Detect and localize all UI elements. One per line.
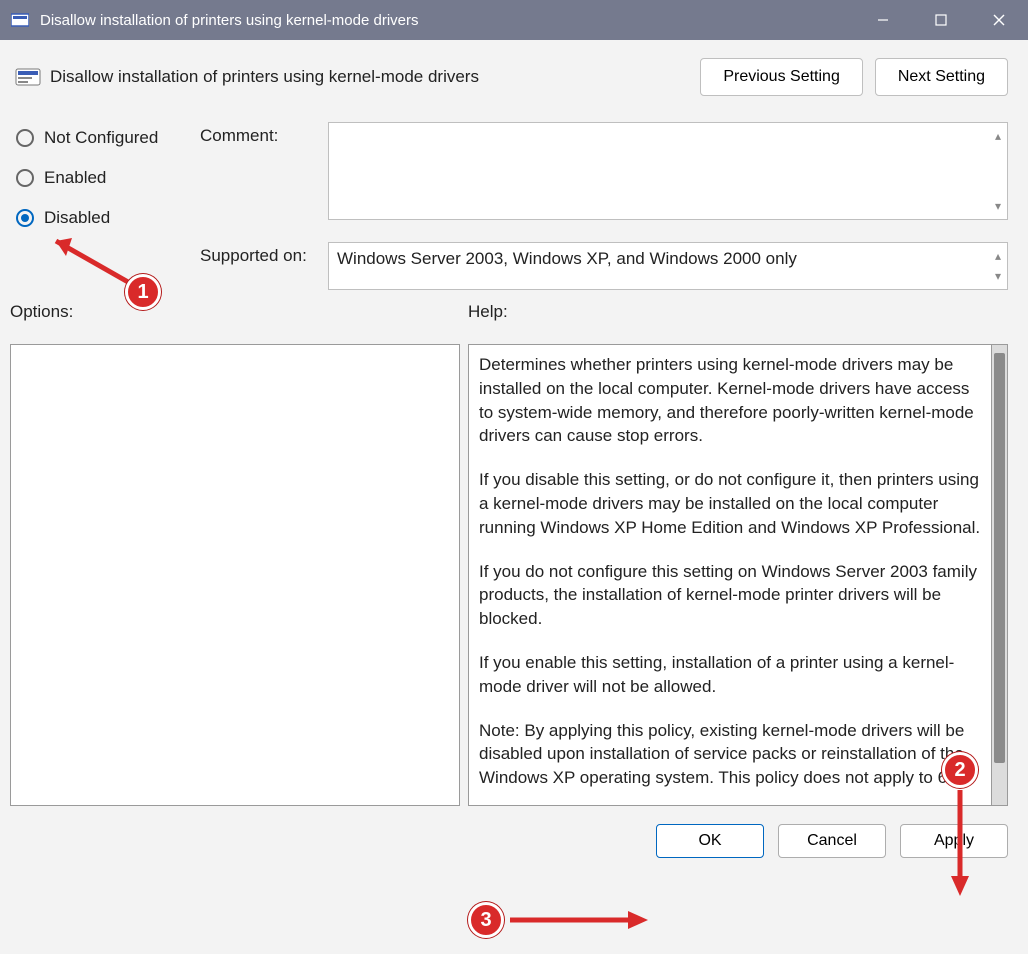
pane-labels: Options: Help: xyxy=(0,298,1028,326)
radio-icon xyxy=(16,209,34,227)
policy-name: Disallow installation of printers using … xyxy=(50,67,479,87)
close-button[interactable] xyxy=(970,0,1028,40)
config-area: Not Configured Enabled Disabled Comment:… xyxy=(0,100,1028,298)
titlebar: Disallow installation of printers using … xyxy=(0,0,1028,40)
radio-enabled[interactable]: Enabled xyxy=(16,168,200,188)
previous-setting-button[interactable]: Previous Setting xyxy=(700,58,863,96)
policy-icon xyxy=(14,65,42,89)
scrollbar-thumb[interactable] xyxy=(994,353,1005,763)
ok-button[interactable]: OK xyxy=(656,824,764,858)
radio-not-configured[interactable]: Not Configured xyxy=(16,128,200,148)
options-pane xyxy=(10,344,460,806)
scroll-down-icon[interactable]: ▾ xyxy=(995,199,1001,213)
help-paragraph: Note: By applying this policy, existing … xyxy=(479,719,981,790)
maximize-button[interactable] xyxy=(912,0,970,40)
supported-on-box: Windows Server 2003, Windows XP, and Win… xyxy=(328,242,1008,290)
radio-disabled[interactable]: Disabled xyxy=(16,208,200,228)
minimize-button[interactable] xyxy=(854,0,912,40)
apply-button[interactable]: Apply xyxy=(900,824,1008,858)
help-scrollbar[interactable] xyxy=(992,344,1008,806)
comments-column: Comment: ▴ ▾ Supported on: Windows Serve… xyxy=(200,122,1008,290)
state-radio-group: Not Configured Enabled Disabled xyxy=(16,122,200,290)
window-title: Disallow installation of printers using … xyxy=(40,12,854,29)
help-paragraph: If you do not configure this setting on … xyxy=(479,560,981,631)
comment-label: Comment: xyxy=(200,122,328,146)
annotation-badge-3: 3 xyxy=(468,902,504,938)
window-controls xyxy=(854,0,1028,40)
options-label: Options: xyxy=(10,302,468,322)
supported-on-value: Windows Server 2003, Windows XP, and Win… xyxy=(337,249,797,269)
header-row: Disallow installation of printers using … xyxy=(0,40,1028,100)
help-paragraph: If you enable this setting, installation… xyxy=(479,651,981,699)
help-pane: Determines whether printers using kernel… xyxy=(468,344,992,806)
help-label: Help: xyxy=(468,302,508,322)
cancel-button[interactable]: Cancel xyxy=(778,824,886,858)
supported-label: Supported on: xyxy=(200,242,328,266)
help-paragraph: Determines whether printers using kernel… xyxy=(479,353,981,448)
scroll-up-icon[interactable]: ▴ xyxy=(995,249,1001,263)
dialog-footer: OK Cancel Apply xyxy=(0,806,1028,858)
app-icon xyxy=(10,10,30,30)
help-pane-wrap: Determines whether printers using kernel… xyxy=(468,344,1008,806)
radio-icon xyxy=(16,129,34,147)
scroll-down-icon[interactable]: ▾ xyxy=(995,269,1001,283)
radio-label: Disabled xyxy=(44,208,110,228)
scroll-up-icon[interactable]: ▴ xyxy=(995,129,1001,143)
bottom-panes: Determines whether printers using kernel… xyxy=(0,326,1028,806)
next-setting-button[interactable]: Next Setting xyxy=(875,58,1008,96)
comment-textarea[interactable]: ▴ ▾ xyxy=(328,122,1008,220)
radio-icon xyxy=(16,169,34,187)
radio-label: Enabled xyxy=(44,168,106,188)
help-paragraph: If you disable this setting, or do not c… xyxy=(479,468,981,539)
radio-label: Not Configured xyxy=(44,128,158,148)
